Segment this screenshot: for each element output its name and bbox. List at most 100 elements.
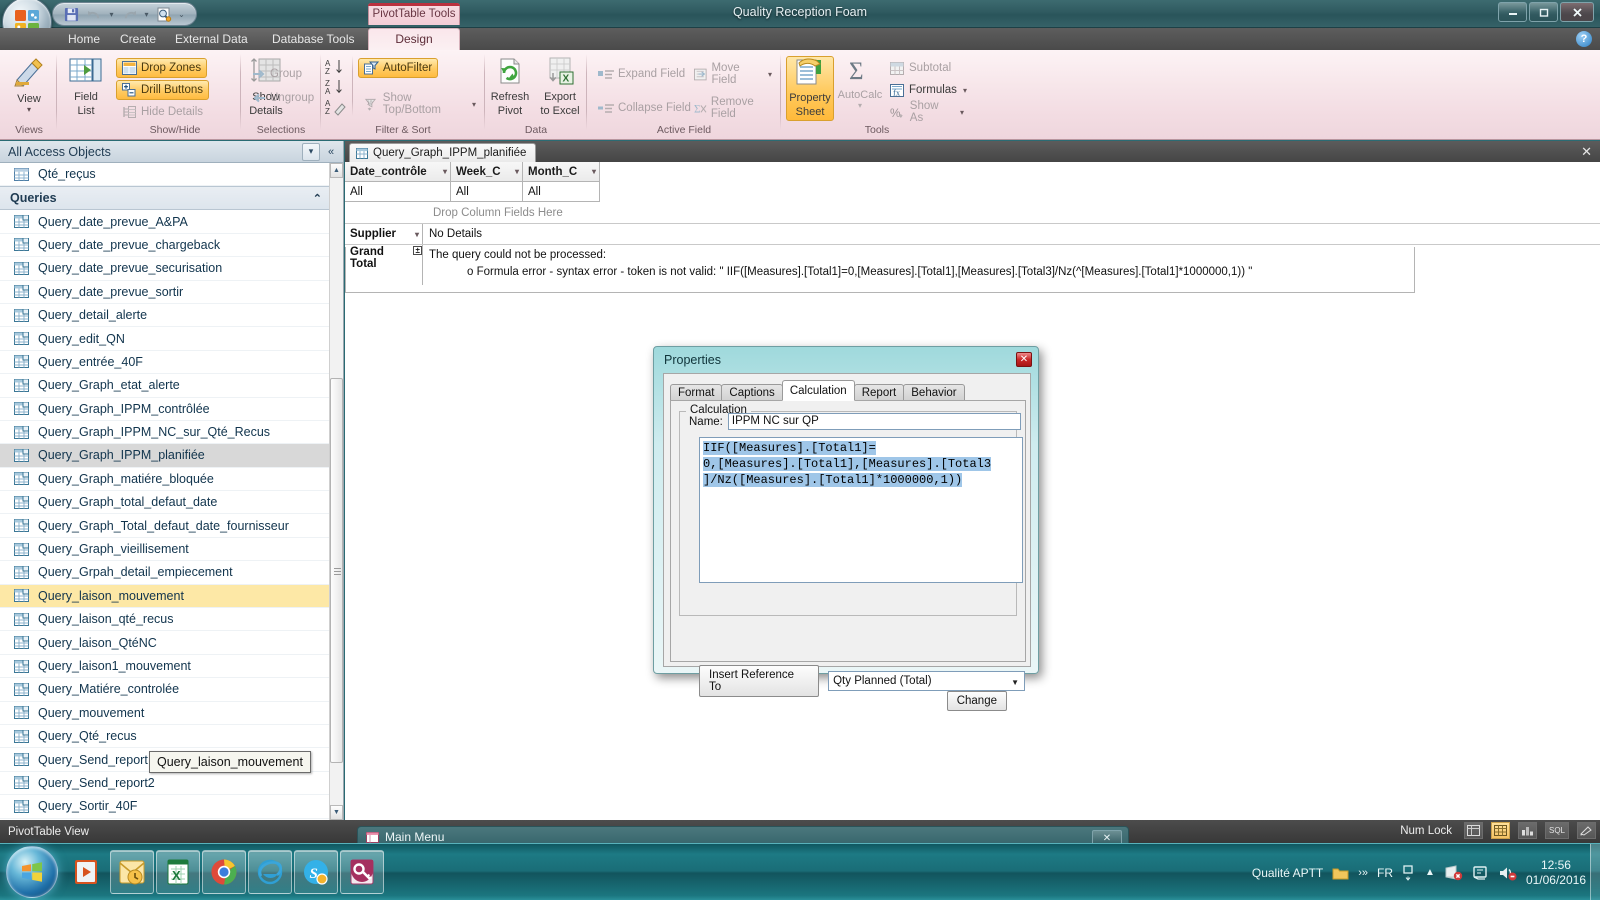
access-icon[interactable]	[340, 850, 384, 894]
list-item[interactable]: Query_Matiére_controlée	[0, 678, 330, 702]
navigation-pane-header[interactable]: All Access Objects ▾ «	[0, 141, 343, 163]
clock[interactable]: 12:56 01/06/2016	[1526, 858, 1596, 888]
tab-captions[interactable]: Captions	[721, 384, 783, 401]
field-list-button[interactable]: Field List	[62, 56, 110, 117]
chevron-up-icon[interactable]: ▲	[1425, 867, 1435, 878]
filter-value-month-c[interactable]: All	[523, 182, 600, 202]
scroll-down-arrow[interactable]: ▼	[330, 805, 343, 820]
list-item[interactable]: Qté_reçus	[0, 163, 330, 187]
document-tab[interactable]: Query_Graph_IPPM_planifiée	[349, 143, 537, 162]
windows-start-icon[interactable]	[6, 846, 58, 898]
tab-behavior[interactable]: Behavior	[903, 384, 965, 401]
internet-explorer-icon[interactable]	[248, 850, 292, 894]
chevron-down-icon[interactable]: ▼	[1011, 678, 1019, 687]
list-item[interactable]: Query_laison_qté_recus	[0, 608, 330, 632]
show-desktop-button[interactable]	[1590, 844, 1600, 900]
chevron-down-icon[interactable]: ▾	[963, 86, 967, 95]
list-item[interactable]: Query_Graph_IPPM_NC_sur_Qté_Recus	[0, 421, 330, 445]
properties-dialog-close-button[interactable]: ✕	[1016, 352, 1032, 367]
autofilter-button[interactable]: AutoFilter	[358, 58, 439, 78]
export-excel-button[interactable]: X Export to Excel	[534, 56, 586, 117]
filter-value-date-controle[interactable]: All	[345, 182, 451, 202]
skype-icon[interactable]: S	[294, 850, 338, 894]
row-field-supplier[interactable]: Supplier ▾	[345, 224, 423, 244]
list-item[interactable]: Query_date_prevue_A&PA	[0, 210, 330, 234]
filter-field-week-c[interactable]: Week_C ▾	[451, 162, 523, 182]
chevron-down-circle-icon[interactable]: ▾	[302, 142, 320, 161]
chevron-down-icon[interactable]: ▾	[592, 167, 596, 176]
tab-calculation[interactable]: Calculation	[781, 380, 855, 401]
datasheet-view-icon[interactable]	[1464, 822, 1483, 839]
list-item[interactable]: Query_Sortir_40F	[0, 795, 330, 819]
list-item[interactable]: Query_Graph_matiére_bloquée	[0, 468, 330, 492]
list-item[interactable]: Query_mouvement	[0, 702, 330, 725]
close-icon[interactable]: ✕	[1581, 144, 1592, 160]
maximize-button[interactable]	[1529, 2, 1558, 22]
chevron-down-icon[interactable]: ▾	[443, 167, 447, 176]
tab-create[interactable]: Create	[108, 28, 168, 50]
filter-field-month-c[interactable]: Month_C ▾	[523, 162, 600, 182]
list-item[interactable]: Query_Send_report2	[0, 772, 330, 796]
folder-icon[interactable]	[1332, 866, 1349, 880]
excel-icon[interactable]: X	[156, 850, 200, 894]
list-item[interactable]: Query_date_prevue_securisation	[0, 257, 330, 281]
drill-buttons-button[interactable]: Drill Buttons	[116, 80, 209, 100]
chevron-down-icon[interactable]: ▾	[2, 105, 56, 114]
insert-reference-to-button[interactable]: Insert Reference To	[699, 665, 820, 697]
double-chevron-up-icon[interactable]: ⌃	[313, 192, 322, 205]
list-item[interactable]: Query_Qté_recus	[0, 725, 330, 749]
double-chevron-left-icon[interactable]: «	[323, 143, 339, 161]
list-item[interactable]: Query_Graph_etat_alerte	[0, 374, 330, 398]
navigation-group-queries[interactable]: Queries ⌃	[0, 186, 330, 211]
drop-column-fields-zone[interactable]: Drop Column Fields Here	[345, 202, 1600, 224]
list-item[interactable]: Query_date_prevue_sortir	[0, 281, 330, 304]
chevron-down-icon[interactable]: ▾	[415, 230, 419, 239]
tab-home[interactable]: Home	[56, 28, 112, 50]
list-item[interactable]: Query_laison_mouvement	[0, 584, 330, 609]
minimize-button[interactable]	[1498, 2, 1527, 22]
calculation-name-input[interactable]: IPPM NC sur QP	[727, 413, 1021, 430]
network-error-icon[interactable]	[1444, 864, 1463, 881]
scroll-up-arrow[interactable]: ▲	[330, 163, 343, 178]
chevron-double-right-icon[interactable]: ›»	[1358, 867, 1368, 879]
filter-field-date-controle[interactable]: Date_contrôle ▾	[345, 162, 451, 182]
sort-az-button[interactable]: A Z	[324, 58, 346, 79]
chevron-down-icon[interactable]: ▾	[515, 167, 519, 176]
list-item[interactable]: Query_Graph_vieillisement	[0, 538, 330, 562]
tab-design[interactable]: Design	[368, 28, 460, 50]
list-item[interactable]: Query_Grpah_detail_empiecement	[0, 561, 330, 585]
language-indicator[interactable]: FR	[1377, 866, 1393, 880]
tab-external-data[interactable]: External Data	[163, 28, 260, 50]
property-sheet-button[interactable]: Property Sheet	[786, 56, 834, 121]
clear-sort-button[interactable]: A Z	[324, 98, 348, 119]
outlook-icon[interactable]	[110, 850, 154, 894]
view-button[interactable]: View ▾	[2, 56, 56, 114]
filter-value-week-c[interactable]: All	[451, 182, 523, 202]
refresh-pivot-button[interactable]: Refresh Pivot	[486, 56, 534, 117]
list-item[interactable]: Query_detail_alerte	[0, 304, 330, 328]
drop-zones-button[interactable]: Drop Zones	[116, 58, 208, 78]
navigation-object-list[interactable]: Qté_reçus Queries ⌃ Query_date_prevue_A&…	[0, 163, 330, 820]
chrome-icon[interactable]	[202, 850, 246, 894]
keyboard-layout-icon[interactable]	[1402, 864, 1416, 882]
properties-tab-list[interactable]: Format Captions Calculation Report Behav…	[670, 380, 965, 401]
list-item[interactable]: Query_Graph_Total_defaut_date_fournisseu…	[0, 514, 330, 538]
sql-view-icon[interactable]: SQL	[1545, 822, 1569, 839]
reference-dropdown[interactable]: Qty Planned (Total) ▼	[828, 671, 1025, 691]
sort-za-button[interactable]: Z A	[324, 78, 346, 99]
list-item[interactable]: Query_Graph_IPPM_contrôlée	[0, 398, 330, 421]
volume-muted-icon[interactable]	[1498, 865, 1517, 881]
tab-database-tools[interactable]: Database Tools	[260, 28, 367, 50]
tab-report[interactable]: Report	[853, 384, 905, 401]
properties-dialog[interactable]: Properties ✕ Format Captions Calculation…	[653, 346, 1039, 711]
pivotchart-view-icon[interactable]	[1518, 822, 1537, 839]
list-item[interactable]: Query_Graph_IPPM_planifiée	[0, 444, 330, 468]
list-item[interactable]: Query_entrée_40F	[0, 351, 330, 375]
design-view-icon[interactable]	[1577, 822, 1596, 839]
formula-textarea[interactable]: IIF([Measures].[Total1]= 0,[Measures].[T…	[699, 437, 1023, 583]
list-item[interactable]: Query_laison1_mouvement	[0, 655, 330, 679]
scrollbar-thumb[interactable]	[330, 378, 343, 763]
list-item[interactable]: Query_edit_QN	[0, 327, 330, 351]
tab-format[interactable]: Format	[670, 384, 723, 401]
windows-media-player-icon[interactable]	[64, 850, 108, 894]
